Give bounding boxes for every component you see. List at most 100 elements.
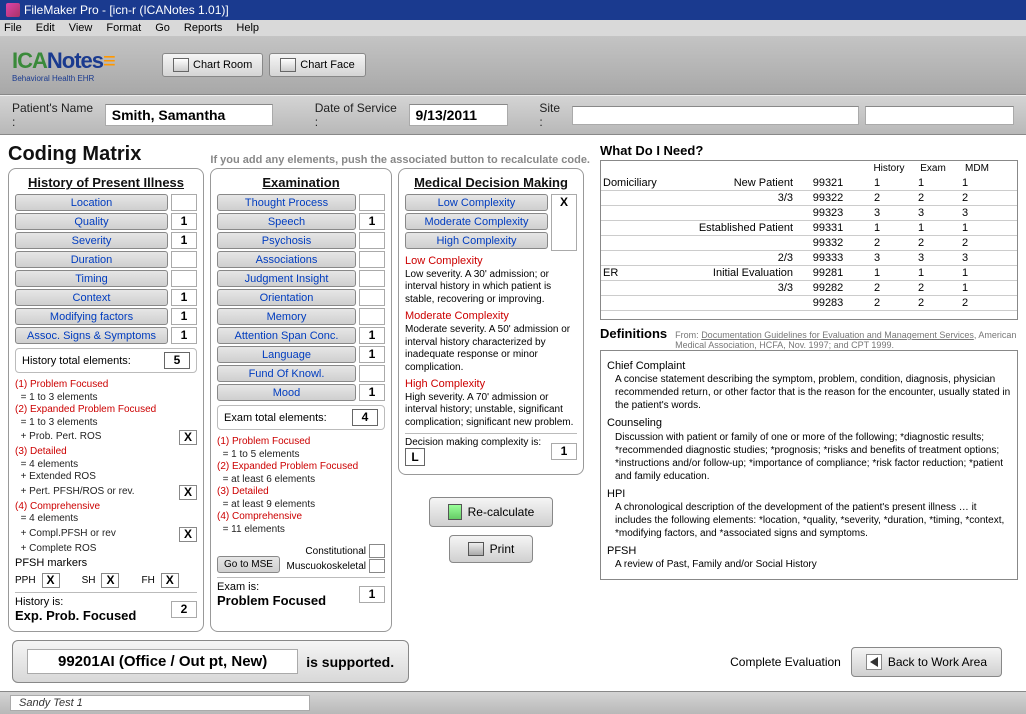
need-header: What Do I Need?: [600, 141, 1018, 160]
hpi-item-value: 1: [171, 289, 197, 306]
table-row: 2/399333333: [601, 251, 1017, 266]
hpi-item-value: [171, 270, 197, 287]
hpi-total-label: History total elements:: [22, 355, 131, 367]
hpi-item-value: [171, 251, 197, 268]
hpi-item-button[interactable]: Modifying factors: [15, 308, 168, 325]
window-title: FileMaker Pro - [icn-r (ICANotes 1.01)]: [24, 3, 229, 17]
menu-edit[interactable]: Edit: [36, 22, 55, 34]
supported-code-box: 99201AI (Office / Out pt, New) is suppor…: [12, 640, 409, 683]
menu-format[interactable]: Format: [106, 22, 141, 34]
supported-code: 99201AI (Office / Out pt, New): [27, 649, 298, 674]
hpi-row: Location: [15, 194, 197, 211]
hpi-item-button[interactable]: Context: [15, 289, 168, 306]
table-row: 99323333: [601, 206, 1017, 221]
menu-view[interactable]: View: [69, 22, 93, 34]
exam-row: Mood1: [217, 384, 385, 401]
pph-checkbox[interactable]: X: [42, 573, 60, 588]
mdm-item-button[interactable]: High Complexity: [405, 232, 548, 249]
back-to-work-button[interactable]: Back to Work Area: [851, 647, 1002, 677]
hpi-item-button[interactable]: Assoc. Signs & Symptoms: [15, 327, 168, 344]
exam-item-button[interactable]: Associations: [217, 251, 356, 268]
table-row: 99332222: [601, 236, 1017, 251]
hpi-row: Context1: [15, 289, 197, 306]
exam-item-button[interactable]: Speech: [217, 213, 356, 230]
hpi-item-button[interactable]: Severity: [15, 232, 168, 249]
definition-text: A chronological description of the devel…: [615, 501, 1011, 540]
exam-item-button[interactable]: Thought Process: [217, 194, 356, 211]
definitions-box[interactable]: Chief ComplaintA concise statement descr…: [600, 350, 1018, 580]
menu-go[interactable]: Go: [155, 22, 170, 34]
table-row: 3/399282221: [601, 281, 1017, 296]
logo-text-1: ICA: [12, 48, 47, 73]
constitutional-checkbox[interactable]: [369, 544, 385, 558]
mdm-decision-value: L: [405, 448, 425, 466]
musculoskeletal-checkbox[interactable]: [369, 559, 385, 573]
menu-help[interactable]: Help: [236, 22, 259, 34]
menu-reports[interactable]: Reports: [184, 22, 223, 34]
hpi-chk-comprehensive[interactable]: X: [179, 527, 197, 542]
exam-panel: Examination Thought ProcessSpeech1Psycho…: [210, 168, 392, 632]
mdm-item-button[interactable]: Low Complexity: [405, 194, 548, 211]
definition-heading: PFSH: [607, 544, 1011, 558]
complete-evaluation-label: Complete Evaluation: [730, 655, 841, 669]
hpi-row: Timing: [15, 270, 197, 287]
hpi-total-value: 5: [164, 352, 190, 369]
definitions-source: From: Documentation Guidelines for Evalu…: [675, 330, 1018, 350]
logo-subtitle: Behavioral Health EHR: [12, 74, 156, 83]
sh-checkbox[interactable]: X: [101, 573, 119, 588]
hpi-header: History of Present Illness: [15, 175, 197, 190]
fh-checkbox[interactable]: X: [161, 573, 179, 588]
site-field-2[interactable]: [865, 106, 1014, 125]
actions: Re-calculate Print: [398, 493, 584, 567]
hpi-panel: History of Present Illness Location Quali…: [8, 168, 204, 632]
printer-icon: [468, 542, 484, 556]
exam-result: Exam is: Problem Focused 1: [217, 577, 385, 608]
exam-item-button[interactable]: Memory: [217, 308, 356, 325]
arrow-left-icon: [870, 657, 878, 667]
exam-item-value: 1: [359, 346, 385, 363]
exam-item-button[interactable]: Fund Of Knowl.: [217, 365, 356, 382]
exam-row: Orientation: [217, 289, 385, 306]
mdm-header: Medical Decision Making: [405, 175, 577, 190]
definition-heading: Chief Complaint: [607, 359, 1011, 373]
hpi-row: Modifying factors1: [15, 308, 197, 325]
hpi-item-button[interactable]: Timing: [15, 270, 168, 287]
hpi-item-button[interactable]: Quality: [15, 213, 168, 230]
patient-name-field[interactable]: Smith, Samantha: [105, 104, 273, 126]
recalculate-button[interactable]: Re-calculate: [429, 497, 554, 527]
exam-total-value: 4: [352, 409, 378, 426]
need-table-body[interactable]: DomiciliaryNew Patient993211113/39932222…: [601, 176, 1017, 316]
exam-item-button[interactable]: Judgment Insight: [217, 270, 356, 287]
site-field[interactable]: [572, 106, 859, 125]
hpi-chk-expanded[interactable]: X: [179, 430, 197, 445]
print-button[interactable]: Print: [449, 535, 534, 563]
hpi-item-value: [171, 194, 197, 211]
exam-item-button[interactable]: Attention Span Conc.: [217, 327, 356, 344]
exam-item-button[interactable]: Language: [217, 346, 356, 363]
hpi-item-button[interactable]: Duration: [15, 251, 168, 268]
hpi-row: Assoc. Signs & Symptoms1: [15, 327, 197, 344]
exam-item-value: [359, 365, 385, 382]
patient-bar: Patient's Name : Smith, Samantha Date of…: [0, 95, 1026, 135]
exam-item-button[interactable]: Mood: [217, 384, 356, 401]
hpi-chk-detailed[interactable]: X: [179, 485, 197, 500]
mdm-item-button[interactable]: Moderate Complexity: [405, 213, 548, 230]
dos-field[interactable]: 9/13/2011: [409, 104, 508, 126]
chart-room-button[interactable]: Chart Room: [162, 53, 263, 77]
chart-face-button[interactable]: Chart Face: [269, 53, 365, 77]
exam-item-button[interactable]: Psychosis: [217, 232, 356, 249]
exam-item-button[interactable]: Orientation: [217, 289, 356, 306]
mdm-big-x: X: [551, 194, 577, 251]
toolbar: ICANotes≡ Behavioral Health EHR Chart Ro…: [0, 36, 1026, 95]
hpi-item-value: 1: [171, 232, 197, 249]
mdm-row: Low Complexity: [405, 194, 548, 211]
app-icon: [6, 3, 20, 17]
mdm-panel: Medical Decision Making Low Complexity Mo…: [398, 168, 584, 475]
hpi-item-button[interactable]: Location: [15, 194, 168, 211]
menubar: File Edit View Format Go Reports Help: [0, 20, 1026, 36]
goto-mse-button[interactable]: Go to MSE: [217, 556, 280, 573]
menu-file[interactable]: File: [4, 22, 22, 34]
exam-row: Language1: [217, 346, 385, 363]
hpi-result-text: Exp. Prob. Focused: [15, 608, 136, 623]
hpi-result: History is: Exp. Prob. Focused 2: [15, 592, 197, 623]
